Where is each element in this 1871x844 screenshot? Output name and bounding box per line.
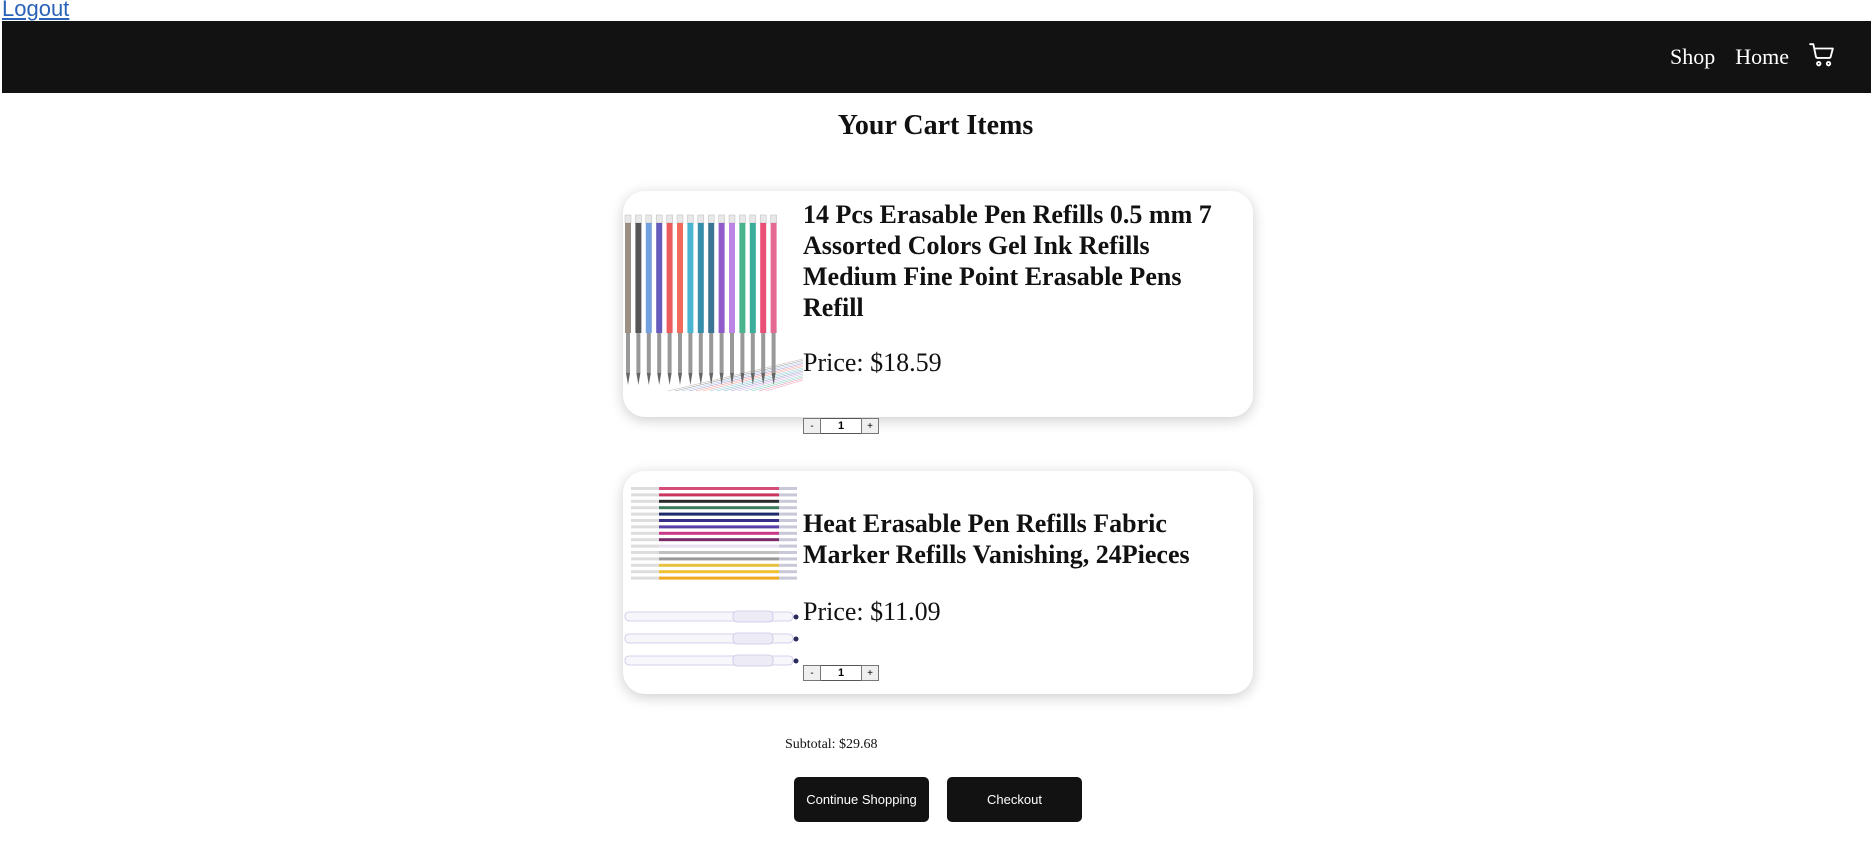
increment-button[interactable]: + [861, 418, 879, 434]
checkout-button[interactable]: Checkout [947, 777, 1082, 822]
decrement-button[interactable]: - [803, 418, 821, 434]
cart-item-card: Heat Erasable Pen Refills Fabric Marker … [623, 471, 1253, 694]
cart-item-card: 14 Pcs Erasable Pen Refills 0.5 mm 7 Ass… [623, 191, 1253, 417]
product-image [624, 487, 799, 667]
nav-home-link[interactable]: Home [1735, 44, 1789, 70]
product-price: Price: $11.09 [803, 597, 941, 626]
product-image [624, 214, 803, 392]
nav-links: Shop Home [1650, 21, 1835, 93]
quantity-input[interactable] [821, 665, 861, 681]
continue-shopping-button[interactable]: Continue Shopping [794, 777, 929, 822]
nav-shop-link[interactable]: Shop [1670, 44, 1715, 70]
logout-link[interactable]: Logout [2, 0, 69, 22]
quantity-stepper: - + [803, 665, 879, 681]
product-name: Heat Erasable Pen Refills Fabric Marker … [803, 509, 1190, 569]
top-navbar: Shop Home [2, 21, 1871, 93]
increment-button[interactable]: + [861, 665, 879, 681]
page-title: Your Cart Items [837, 110, 1034, 141]
product-name: 14 Pcs Erasable Pen Refills 0.5 mm 7 Ass… [803, 200, 1212, 322]
quantity-input[interactable] [821, 418, 861, 434]
decrement-button[interactable]: - [803, 665, 821, 681]
quantity-stepper: - + [803, 418, 879, 434]
product-price: Price: $18.59 [803, 348, 942, 377]
cart-icon[interactable] [1809, 42, 1835, 68]
subtotal: Subtotal: $29.68 [785, 737, 878, 752]
